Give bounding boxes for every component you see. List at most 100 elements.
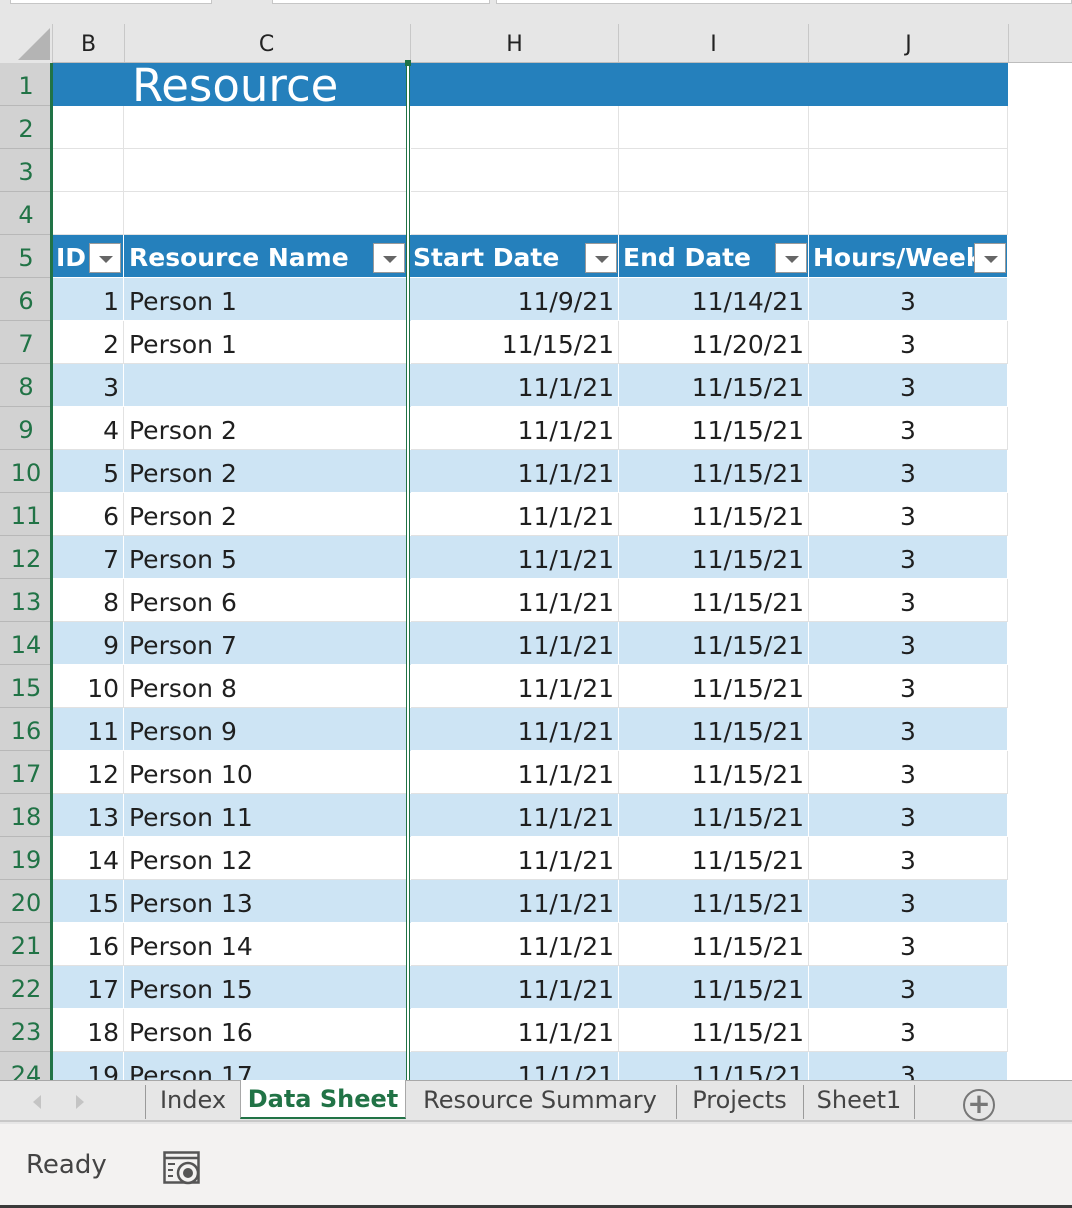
row-header[interactable]: 19 <box>0 837 52 880</box>
resource-name-cell[interactable] <box>124 364 409 407</box>
start-date-cell[interactable]: 11/1/21 <box>411 708 619 751</box>
resource-name-cell[interactable]: Person 9 <box>124 708 409 751</box>
sheet-tab-index[interactable]: Index <box>146 1081 240 1119</box>
end-date-cell[interactable]: 11/15/21 <box>619 579 809 622</box>
row-header[interactable]: 9 <box>0 407 52 450</box>
id-cell[interactable]: 19 <box>53 1052 124 1080</box>
cell[interactable] <box>124 192 409 235</box>
scroll-tabs-left-icon[interactable] <box>33 1095 41 1109</box>
resource-name-cell[interactable]: Person 14 <box>124 923 409 966</box>
start-date-cell[interactable]: 11/1/21 <box>411 966 619 1009</box>
row-header[interactable]: 23 <box>0 1009 52 1052</box>
resource-name-cell[interactable]: Person 5 <box>124 536 409 579</box>
sheet-title[interactable]: Resource <box>132 63 338 112</box>
row-header[interactable]: 4 <box>0 192 52 235</box>
end-date-cell[interactable]: 11/15/21 <box>619 1052 809 1080</box>
row-header[interactable]: 24 <box>0 1052 52 1080</box>
start-date-cell[interactable]: 11/9/21 <box>411 278 619 321</box>
filter-dropdown-hours-week[interactable] <box>974 243 1006 273</box>
id-cell[interactable]: 18 <box>53 1009 124 1052</box>
row-header[interactable]: 18 <box>0 794 52 837</box>
start-date-cell[interactable]: 11/1/21 <box>411 923 619 966</box>
hours-week-cell[interactable]: 3 <box>809 579 1008 622</box>
hours-week-cell[interactable]: 3 <box>809 450 1008 493</box>
end-date-cell[interactable]: 11/15/21 <box>619 407 809 450</box>
hours-week-cell[interactable]: 3 <box>809 1052 1008 1080</box>
column-header-h[interactable]: H <box>410 24 618 62</box>
row-header[interactable]: 3 <box>0 149 52 192</box>
hours-week-cell[interactable]: 3 <box>809 880 1008 923</box>
cell[interactable] <box>809 149 1008 192</box>
id-cell[interactable]: 5 <box>53 450 124 493</box>
id-cell[interactable]: 7 <box>53 536 124 579</box>
cell[interactable] <box>411 149 619 192</box>
cell[interactable] <box>619 192 809 235</box>
column-header-k[interactable] <box>1008 24 1072 62</box>
cell[interactable] <box>809 192 1008 235</box>
start-date-cell[interactable]: 11/1/21 <box>411 364 619 407</box>
start-date-cell[interactable]: 11/1/21 <box>411 751 619 794</box>
hours-week-cell[interactable]: 3 <box>809 364 1008 407</box>
start-date-cell[interactable]: 11/1/21 <box>411 1052 619 1080</box>
id-cell[interactable]: 6 <box>53 493 124 536</box>
header-cell-start-date[interactable]: Start Date <box>409 235 619 278</box>
header-cell-end-date[interactable]: End Date <box>619 235 809 278</box>
start-date-cell[interactable]: 11/1/21 <box>411 794 619 837</box>
cell[interactable] <box>411 192 619 235</box>
hours-week-cell[interactable]: 3 <box>809 278 1008 321</box>
formula-input[interactable] <box>496 0 1072 4</box>
row-header[interactable]: 1 <box>0 63 52 106</box>
id-cell[interactable]: 13 <box>53 794 124 837</box>
row-header[interactable]: 2 <box>0 106 52 149</box>
end-date-cell[interactable]: 11/15/21 <box>619 1009 809 1052</box>
hours-week-cell[interactable]: 3 <box>809 493 1008 536</box>
id-cell[interactable]: 16 <box>53 923 124 966</box>
cell[interactable] <box>53 106 124 149</box>
row-header[interactable]: 15 <box>0 665 52 708</box>
spreadsheet-grid[interactable]: Resource ID Resource Name Start Date End… <box>53 63 1072 1080</box>
end-date-cell[interactable]: 11/15/21 <box>619 837 809 880</box>
sheet-tab-resource-summary[interactable]: Resource Summary <box>406 1081 674 1119</box>
select-all-button[interactable] <box>0 24 52 63</box>
column-header-j[interactable]: J <box>808 24 1008 62</box>
cell[interactable] <box>53 149 124 192</box>
row-header[interactable]: 16 <box>0 708 52 751</box>
row-header[interactable]: 12 <box>0 536 52 579</box>
id-cell[interactable]: 3 <box>53 364 124 407</box>
column-header-b[interactable]: B <box>52 24 124 62</box>
start-date-cell[interactable]: 11/1/21 <box>411 450 619 493</box>
end-date-cell[interactable]: 11/15/21 <box>619 364 809 407</box>
resource-name-cell[interactable]: Person 2 <box>124 450 409 493</box>
resource-name-cell[interactable]: Person 2 <box>124 493 409 536</box>
resource-name-cell[interactable]: Person 6 <box>124 579 409 622</box>
row-header[interactable]: 13 <box>0 579 52 622</box>
id-cell[interactable]: 17 <box>53 966 124 1009</box>
end-date-cell[interactable]: 11/15/21 <box>619 622 809 665</box>
scroll-tabs-right-icon[interactable] <box>76 1095 84 1109</box>
end-date-cell[interactable]: 11/14/21 <box>619 278 809 321</box>
cell[interactable] <box>619 149 809 192</box>
id-cell[interactable]: 1 <box>53 278 124 321</box>
row-header[interactable]: 21 <box>0 923 52 966</box>
end-date-cell[interactable]: 11/15/21 <box>619 450 809 493</box>
filter-dropdown-id[interactable] <box>89 243 121 273</box>
cell[interactable] <box>809 106 1008 149</box>
resource-name-cell[interactable]: Person 2 <box>124 407 409 450</box>
row-header[interactable]: 22 <box>0 966 52 1009</box>
end-date-cell[interactable]: 11/15/21 <box>619 794 809 837</box>
cell[interactable] <box>53 192 124 235</box>
row-header[interactable]: 20 <box>0 880 52 923</box>
end-date-cell[interactable]: 11/15/21 <box>619 923 809 966</box>
row-header[interactable]: 7 <box>0 321 52 364</box>
resource-name-cell[interactable]: Person 11 <box>124 794 409 837</box>
id-cell[interactable]: 8 <box>53 579 124 622</box>
freeze-pane-divider[interactable] <box>406 63 410 1080</box>
id-cell[interactable]: 10 <box>53 665 124 708</box>
hours-week-cell[interactable]: 3 <box>809 708 1008 751</box>
hours-week-cell[interactable]: 3 <box>809 837 1008 880</box>
id-cell[interactable]: 9 <box>53 622 124 665</box>
row-header[interactable]: 5 <box>0 235 52 278</box>
resource-name-cell[interactable]: Person 15 <box>124 966 409 1009</box>
hours-week-cell[interactable]: 3 <box>809 665 1008 708</box>
resource-name-cell[interactable]: Person 8 <box>124 665 409 708</box>
